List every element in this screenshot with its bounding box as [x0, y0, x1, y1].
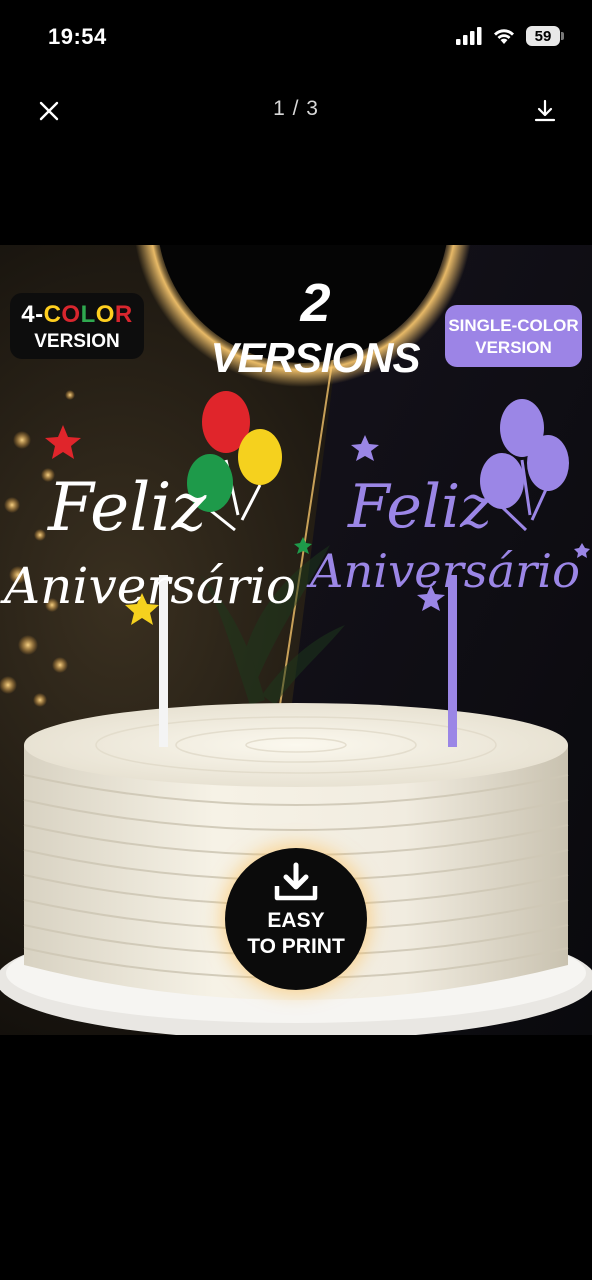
single-color-badge: SINGLE-COLOR VERSION [445, 305, 582, 367]
signal-icon [456, 27, 482, 45]
status-time: 19:54 [48, 24, 107, 49]
single-color-label: SINGLE-COLOR [448, 316, 579, 335]
status-bar: 19:54 59 [0, 0, 592, 76]
four-color-part: C [43, 301, 62, 328]
single-color-version-label: VERSION [475, 338, 552, 357]
to-print-label: TO PRINT [247, 935, 345, 958]
print-download-icon [274, 862, 318, 901]
wifi-icon [494, 29, 514, 44]
four-color-label: 4-COLOR [10, 301, 144, 329]
download-button[interactable] [528, 94, 562, 128]
versions-headline: 2 VERSIONS [208, 272, 422, 382]
battery-icon: 59 [526, 26, 564, 46]
four-color-badge: 4-COLOR VERSION [10, 293, 144, 359]
viewer-toolbar: 1 / 3 [0, 76, 592, 146]
status-icons: 59 [456, 26, 564, 46]
battery-level: 59 [526, 26, 560, 46]
easy-label: EASY [267, 909, 325, 932]
download-icon [534, 99, 556, 122]
topper-text-line2-purple: Aniversário [306, 544, 580, 598]
four-color-part: R [114, 301, 133, 328]
versions-text: VERSIONS [210, 334, 420, 381]
topper-text-line1-white: Feliz [47, 469, 207, 546]
four-color-version-label: VERSION [34, 331, 120, 352]
image-counter: 1 / 3 [273, 97, 319, 120]
four-color-part: 4- [21, 301, 44, 328]
easy-to-print-badge: EASY TO PRINT [225, 848, 367, 990]
purple-topper-stick [448, 575, 457, 747]
four-color-part: O [95, 301, 115, 328]
four-color-part: L [80, 301, 96, 328]
four-color-part: O [61, 301, 81, 328]
topper-text-line2-white: Aniversário [0, 557, 296, 615]
versions-number: 2 [300, 273, 330, 333]
topper-text-line1-purple: Feliz [347, 472, 492, 542]
